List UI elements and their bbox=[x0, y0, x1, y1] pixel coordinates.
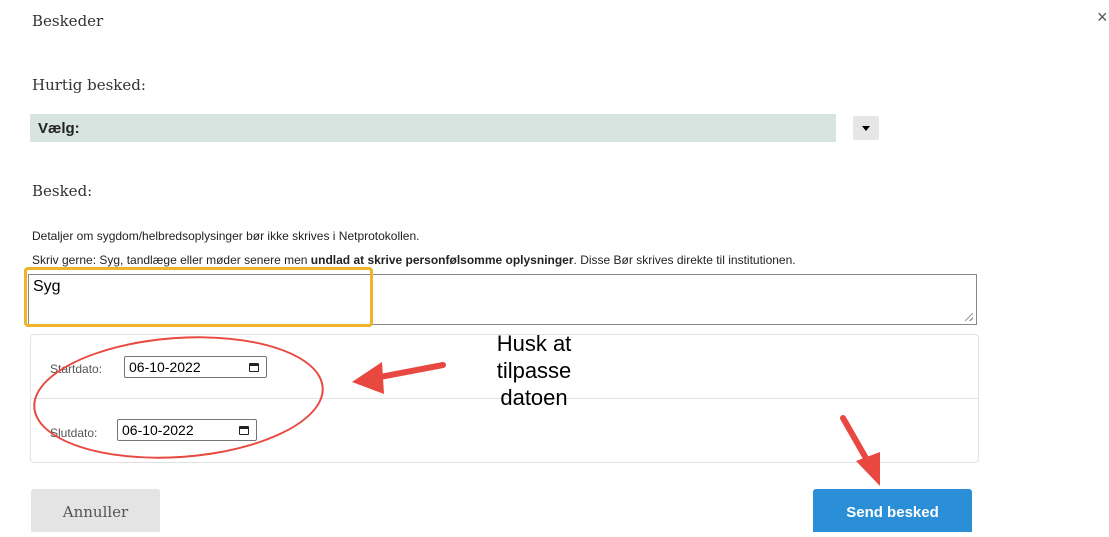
annotation-line1: Husk at bbox=[496, 331, 572, 356]
annotation-line3: datoen bbox=[500, 385, 568, 410]
arrow-left-icon bbox=[352, 362, 446, 394]
annotation-line2: tilpasse bbox=[496, 358, 572, 383]
annotation-text: Husk at tilpasse datoen bbox=[468, 330, 600, 411]
arrow-annotations bbox=[352, 362, 880, 486]
arrow-down-icon bbox=[840, 415, 880, 486]
send-message-button[interactable]: Send besked bbox=[813, 489, 972, 532]
cancel-button[interactable]: Annuller bbox=[31, 489, 160, 532]
